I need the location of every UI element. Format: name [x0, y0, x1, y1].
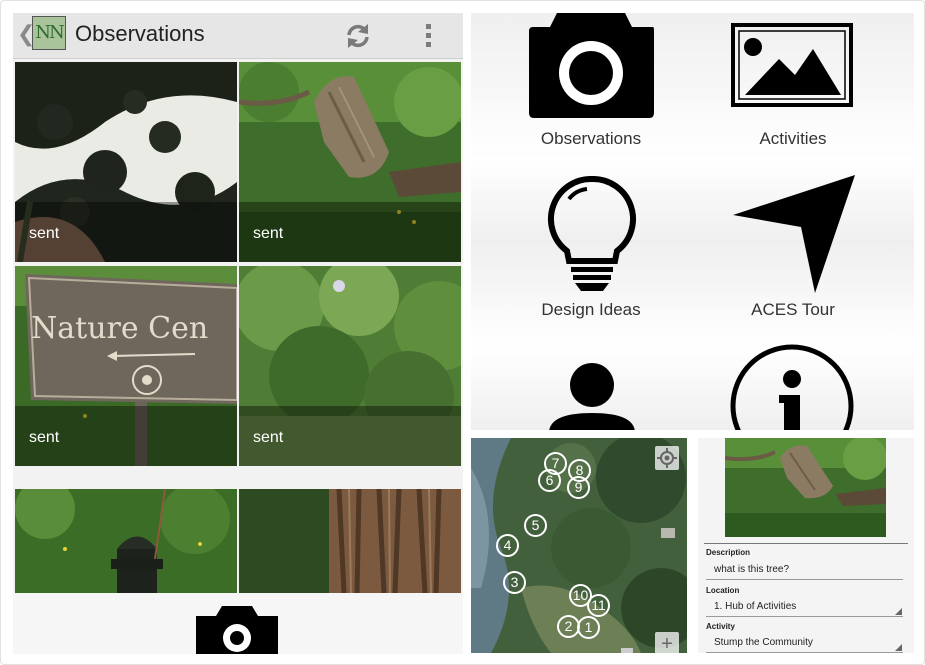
map-marker[interactable]: 3 — [503, 571, 526, 594]
camera-icon[interactable] — [529, 13, 654, 118]
refresh-button[interactable] — [341, 19, 375, 53]
observation-detail: Description what is this tree? Location … — [698, 438, 914, 653]
map-marker[interactable]: 11 — [587, 594, 610, 617]
observation-tile[interactable]: sent — [239, 266, 461, 466]
back-icon[interactable]: ❮ — [17, 23, 35, 47]
locate-icon — [657, 448, 677, 468]
description-label: Description — [706, 548, 751, 557]
location-value: 1. Hub of Activities — [714, 601, 797, 612]
map-marker[interactable]: 9 — [567, 476, 590, 499]
map-marker[interactable]: 4 — [496, 534, 519, 557]
menu-label-aces-tour[interactable]: ACES Tour — [693, 300, 893, 320]
sign-text: Nature Cen — [31, 311, 208, 346]
menu-label-design-ideas[interactable]: Design Ideas — [491, 300, 691, 320]
observation-tile[interactable] — [239, 489, 461, 593]
person-icon[interactable] — [549, 363, 635, 430]
zoom-in-button[interactable]: + — [655, 632, 679, 653]
observation-photo-tree-stump — [725, 438, 886, 537]
map-marker[interactable]: 1 — [577, 616, 600, 639]
status-label: sent — [15, 406, 237, 466]
status-label: sent — [239, 406, 461, 466]
lightbulb-icon[interactable] — [547, 175, 637, 293]
observation-tile[interactable] — [15, 489, 237, 593]
dropdown-triangle-icon — [895, 644, 902, 651]
status-label: sent — [239, 202, 461, 262]
description-field[interactable]: what is this tree? — [706, 560, 903, 580]
location-label: Location — [706, 586, 740, 595]
menu-label-activities[interactable]: Activities — [693, 129, 893, 149]
observation-photo-fire-hydrant — [15, 489, 237, 593]
observation-tile[interactable]: Nature Cen sent — [15, 266, 237, 466]
observation-photo — [725, 438, 886, 537]
observation-tile[interactable]: sent — [15, 62, 237, 262]
info-icon[interactable] — [729, 343, 855, 430]
description-value: what is this tree? — [714, 564, 790, 575]
tour-map[interactable]: 7 8 6 9 5 4 3 10 11 2 1 + — [471, 438, 687, 653]
activity-select[interactable]: Stump the Community — [706, 633, 903, 653]
camera-icon[interactable] — [196, 602, 278, 654]
overflow-dot — [426, 24, 431, 29]
overflow-menu-button[interactable] — [416, 19, 440, 53]
observations-screen: ❮ NN Observations sent sent Nature Cen s… — [13, 13, 463, 654]
overflow-dot — [426, 42, 431, 47]
action-bar: ❮ NN Observations — [13, 13, 463, 59]
app-logo[interactable]: NN — [32, 16, 66, 50]
home-menu: Observations Activities Design Ideas ACE… — [471, 13, 914, 430]
map-marker[interactable]: 6 — [538, 469, 561, 492]
status-label: sent — [15, 202, 237, 262]
observation-tile[interactable]: sent — [239, 62, 461, 262]
divider — [704, 543, 908, 544]
locate-button[interactable] — [655, 446, 679, 470]
overflow-dot — [426, 33, 431, 38]
location-select[interactable]: 1. Hub of Activities — [706, 597, 903, 617]
bottom-bar — [13, 593, 463, 654]
page-title: Observations — [75, 21, 205, 46]
observation-photo-tree-bark — [239, 489, 461, 593]
menu-label-observations[interactable]: Observations — [491, 129, 691, 149]
screenshot-collage: ❮ NN Observations sent sent Nature Cen s… — [0, 0, 925, 665]
activity-label: Activity — [706, 622, 735, 631]
image-icon[interactable] — [731, 23, 853, 107]
navigation-arrow-icon[interactable] — [731, 173, 857, 295]
activity-value: Stump the Community — [714, 637, 813, 648]
refresh-icon — [347, 24, 369, 48]
map-marker[interactable]: 5 — [524, 514, 547, 537]
dropdown-triangle-icon — [895, 608, 902, 615]
